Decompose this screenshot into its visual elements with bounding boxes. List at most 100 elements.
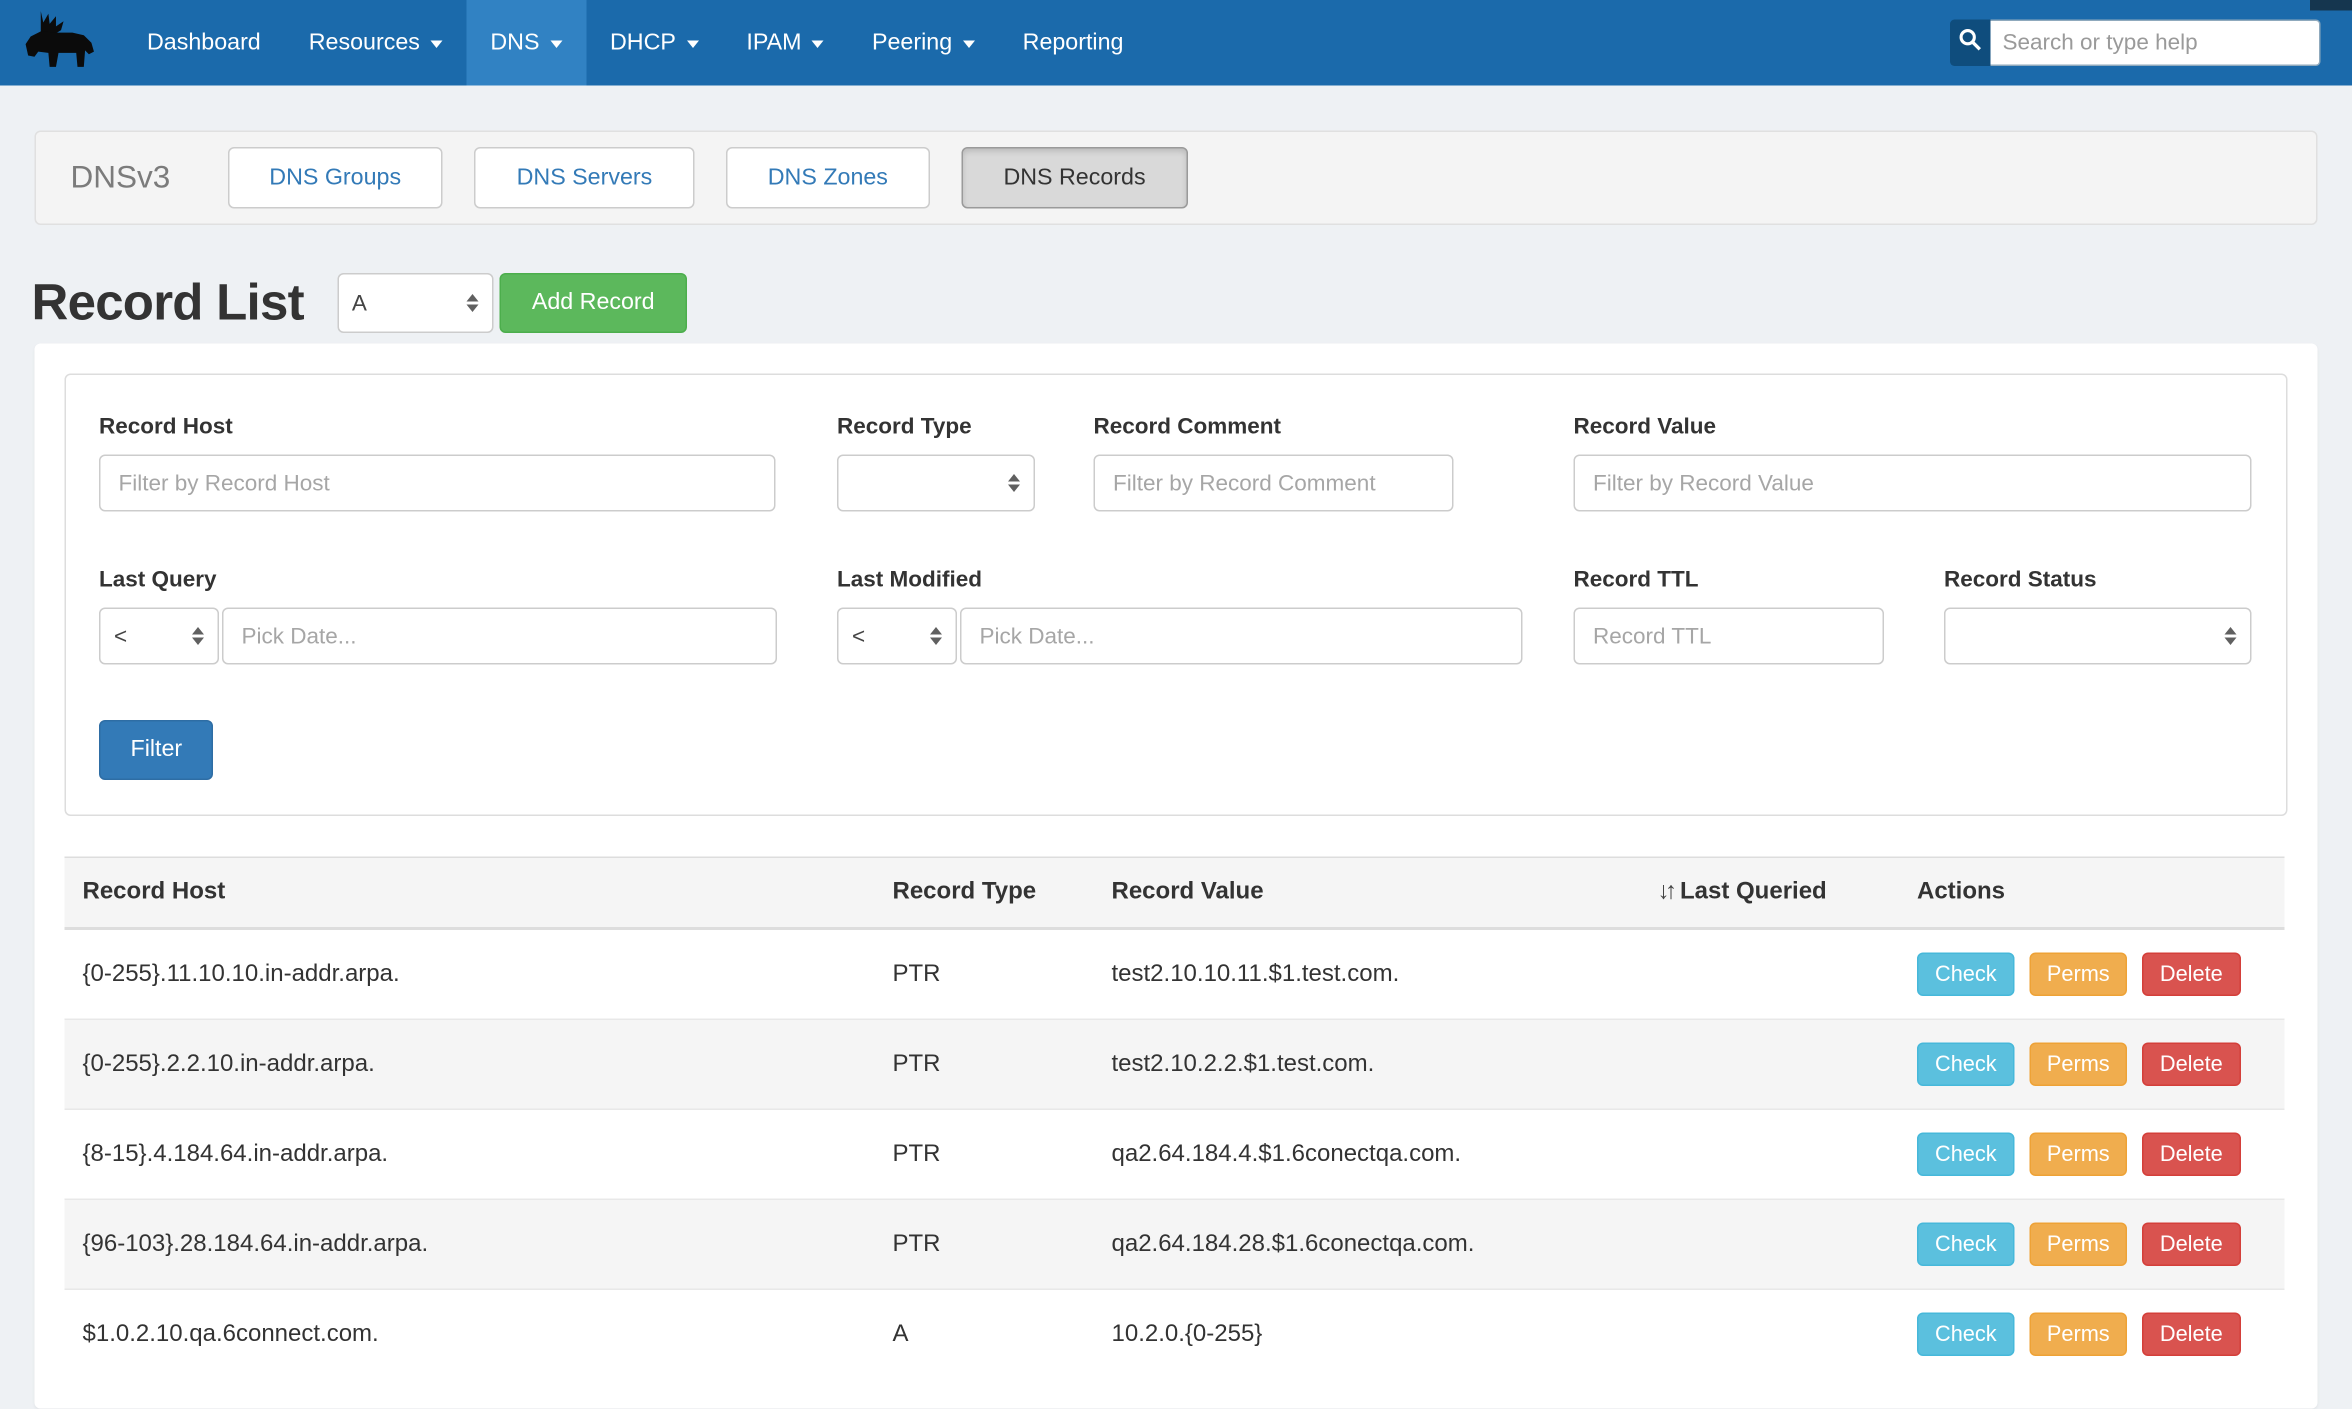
perms-button[interactable]: Perms bbox=[2029, 1313, 2128, 1357]
filter-panel: Record Host Record Type Record Comment R… bbox=[65, 374, 2288, 817]
select-arrows-icon bbox=[2225, 627, 2237, 646]
caret-down-icon bbox=[686, 41, 698, 49]
tab-dns-records[interactable]: DNS Records bbox=[961, 147, 1187, 209]
select-arrows-icon bbox=[930, 627, 942, 646]
header-record-host: Record Host bbox=[65, 857, 875, 928]
page: Dashboard Resources DNS DHCP IPAM Peerin… bbox=[0, 0, 2352, 1337]
top-navbar: Dashboard Resources DNS DHCP IPAM Peerin… bbox=[0, 0, 2352, 86]
record-ttl-filter-input[interactable] bbox=[1574, 608, 1885, 665]
caret-down-icon bbox=[812, 41, 824, 49]
actions-cell: Check Perms Delete bbox=[1899, 929, 2285, 1020]
last-modified-operator-select[interactable]: < bbox=[837, 608, 957, 665]
caret-down-icon bbox=[430, 41, 442, 49]
check-button[interactable]: Check bbox=[1917, 1313, 2015, 1357]
records-table: Record Host Record Type Record Value ↓↑L… bbox=[65, 857, 2285, 1379]
nav-item-resources[interactable]: Resources bbox=[285, 0, 467, 86]
record-host-cell: {0-255}.11.10.10.in-addr.arpa. bbox=[65, 929, 875, 1020]
record-value-cell: test2.10.10.11.$1.test.com. bbox=[1094, 929, 1640, 1020]
table-row: $1.0.2.10.qa.6connect.com. A 10.2.0.{0-2… bbox=[65, 1289, 2285, 1378]
record-value-cell: qa2.64.184.28.$1.6conectqa.com. bbox=[1094, 1199, 1640, 1289]
record-host-filter-label: Record Host bbox=[99, 414, 776, 440]
cutoff-element bbox=[2310, 0, 2352, 11]
nav-label: Dashboard bbox=[147, 29, 261, 56]
nav-item-dhcp[interactable]: DHCP bbox=[586, 0, 722, 86]
select-arrows-icon bbox=[192, 627, 204, 646]
record-value-cell: qa2.64.184.4.$1.6conectqa.com. bbox=[1094, 1109, 1640, 1199]
delete-button[interactable]: Delete bbox=[2142, 1043, 2241, 1087]
select-arrows-icon bbox=[466, 294, 478, 313]
nav-item-ipam[interactable]: IPAM bbox=[722, 0, 848, 86]
record-host-cell: {8-15}.4.184.64.in-addr.arpa. bbox=[65, 1109, 875, 1199]
sort-icon[interactable]: ↓↑ bbox=[1658, 879, 1673, 905]
last-queried-cell bbox=[1640, 1019, 1900, 1109]
last-query-date-input[interactable] bbox=[222, 608, 777, 665]
filter-submit-button[interactable]: Filter bbox=[99, 720, 214, 780]
record-type-cell: PTR bbox=[875, 929, 1094, 1020]
record-type-select[interactable]: A bbox=[337, 273, 493, 333]
nav-item-peering[interactable]: Peering bbox=[848, 0, 999, 86]
dns-subnav-panel: DNSv3 DNS Groups DNS Servers DNS Zones D… bbox=[35, 131, 2318, 226]
last-query-operator-select[interactable]: < bbox=[99, 608, 219, 665]
delete-button[interactable]: Delete bbox=[2142, 953, 2241, 997]
record-value-filter-label: Record Value bbox=[1574, 414, 2252, 440]
nav-label: Reporting bbox=[1023, 29, 1124, 56]
nav-label: IPAM bbox=[746, 29, 801, 56]
perms-button[interactable]: Perms bbox=[2029, 1133, 2128, 1177]
table-row: {0-255}.2.2.10.in-addr.arpa. PTR test2.1… bbox=[65, 1019, 2285, 1109]
tab-dns-zones[interactable]: DNS Zones bbox=[726, 147, 930, 209]
search-icon bbox=[1958, 26, 1984, 59]
search-button[interactable] bbox=[1950, 20, 1991, 67]
nav-label: Resources bbox=[309, 29, 420, 56]
record-value-filter-input[interactable] bbox=[1574, 455, 2252, 512]
tab-dns-servers[interactable]: DNS Servers bbox=[475, 147, 695, 209]
record-status-filter-select[interactable] bbox=[1944, 608, 2252, 665]
perms-button[interactable]: Perms bbox=[2029, 953, 2128, 997]
heading-row: Record List A Add Record bbox=[32, 273, 2318, 333]
nav-item-reporting[interactable]: Reporting bbox=[999, 0, 1148, 86]
header-last-queried-label: Last Queried bbox=[1680, 879, 1827, 905]
table-row: {8-15}.4.184.64.in-addr.arpa. PTR qa2.64… bbox=[65, 1109, 2285, 1199]
actions-cell: Check Perms Delete bbox=[1899, 1019, 2285, 1109]
delete-button[interactable]: Delete bbox=[2142, 1133, 2241, 1177]
record-comment-filter-label: Record Comment bbox=[1094, 414, 1454, 440]
page-title: Record List bbox=[32, 274, 304, 333]
record-value-cell: 10.2.0.{0-255} bbox=[1094, 1289, 1640, 1378]
check-button[interactable]: Check bbox=[1917, 953, 2015, 997]
perms-button[interactable]: Perms bbox=[2029, 1043, 2128, 1087]
check-button[interactable]: Check bbox=[1917, 1133, 2015, 1177]
last-queried-cell bbox=[1640, 1199, 1900, 1289]
actions-cell: Check Perms Delete bbox=[1899, 1109, 2285, 1199]
check-button[interactable]: Check bbox=[1917, 1043, 2015, 1087]
record-host-cell: {0-255}.2.2.10.in-addr.arpa. bbox=[65, 1019, 875, 1109]
last-modified-operator-value: < bbox=[852, 623, 865, 649]
nav-item-dashboard[interactable]: Dashboard bbox=[123, 0, 285, 86]
record-host-filter-input[interactable] bbox=[99, 455, 776, 512]
record-type-filter-select[interactable] bbox=[837, 455, 1035, 512]
moose-logo-icon bbox=[18, 5, 99, 82]
table-row: {0-255}.11.10.10.in-addr.arpa. PTR test2… bbox=[65, 929, 2285, 1020]
last-modified-date-input[interactable] bbox=[960, 608, 1523, 665]
record-ttl-filter-label: Record TTL bbox=[1574, 567, 1885, 593]
perms-button[interactable]: Perms bbox=[2029, 1223, 2128, 1267]
subnav-title: DNSv3 bbox=[71, 160, 171, 196]
brand-logo[interactable] bbox=[0, 0, 117, 86]
record-type-cell: PTR bbox=[875, 1019, 1094, 1109]
last-queried-cell bbox=[1640, 1289, 1900, 1378]
table-header-row: Record Host Record Type Record Value ↓↑L… bbox=[65, 857, 2285, 928]
record-comment-filter-input[interactable] bbox=[1094, 455, 1454, 512]
tab-dns-groups[interactable]: DNS Groups bbox=[227, 147, 443, 209]
delete-button[interactable]: Delete bbox=[2142, 1313, 2241, 1357]
record-type-select-value: A bbox=[352, 290, 367, 316]
delete-button[interactable]: Delete bbox=[2142, 1223, 2241, 1267]
record-value-cell: test2.10.2.2.$1.test.com. bbox=[1094, 1019, 1640, 1109]
check-button[interactable]: Check bbox=[1917, 1223, 2015, 1267]
search-input[interactable] bbox=[1991, 20, 2321, 67]
add-record-button[interactable]: Add Record bbox=[499, 273, 688, 333]
record-type-filter-label: Record Type bbox=[837, 414, 1035, 440]
nav-item-dns[interactable]: DNS bbox=[466, 0, 586, 86]
header-actions: Actions bbox=[1899, 857, 2285, 928]
actions-cell: Check Perms Delete bbox=[1899, 1289, 2285, 1378]
header-last-queried[interactable]: ↓↑ Last Queried bbox=[1640, 857, 1900, 928]
record-status-filter-label: Record Status bbox=[1944, 567, 2252, 593]
caret-down-icon bbox=[963, 41, 975, 49]
